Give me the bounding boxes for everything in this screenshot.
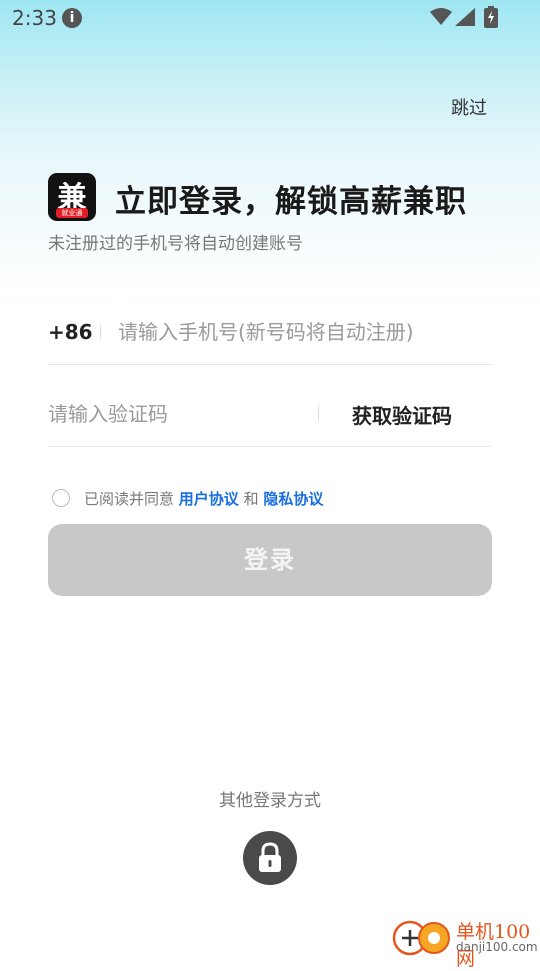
divider (100, 325, 101, 339)
country-code-selector[interactable]: +86 (48, 320, 93, 344)
page-title: 立即登录，解锁高薪兼职 (115, 184, 467, 220)
watermark: 单机100网 danji100.com (386, 915, 540, 970)
agreement-and: 和 (238, 490, 264, 508)
signal-icon (455, 8, 475, 26)
login-button[interactable]: 登录 (48, 524, 492, 596)
watermark-logo-icon (392, 920, 450, 956)
agreement-text: 已阅读并同意 用户协议 和 隐私协议 (84, 488, 323, 509)
page-subtitle: 未注册过的手机号将自动创建账号 (48, 234, 303, 254)
other-login-label: 其他登录方式 (219, 791, 321, 811)
agreement-checkbox[interactable] (52, 489, 70, 507)
privacy-policy-link[interactable]: 隐私协议 (263, 490, 323, 508)
divider (318, 405, 319, 421)
phone-input[interactable] (118, 316, 488, 348)
agreement-prefix: 已阅读并同意 (84, 490, 179, 508)
battery-icon (484, 6, 498, 28)
status-bar: 2:33 i (0, 0, 540, 36)
status-time: 2:33 (12, 6, 57, 30)
verification-code-input[interactable] (48, 398, 308, 430)
phone-row: +86 (48, 310, 492, 365)
info-icon: i (62, 8, 82, 28)
code-row: 获取验证码 (48, 392, 492, 447)
lock-icon (259, 842, 281, 872)
logo-tag: 就业通 (56, 208, 88, 218)
lock-login-button[interactable] (243, 831, 297, 885)
watermark-url: danji100.com (456, 940, 538, 954)
user-agreement-link[interactable]: 用户协议 (179, 490, 239, 508)
wifi-icon (430, 8, 452, 25)
app-logo: 兼 就业通 (48, 173, 96, 221)
skip-button[interactable]: 跳过 (451, 94, 487, 120)
get-code-button[interactable]: 获取验证码 (352, 400, 452, 429)
